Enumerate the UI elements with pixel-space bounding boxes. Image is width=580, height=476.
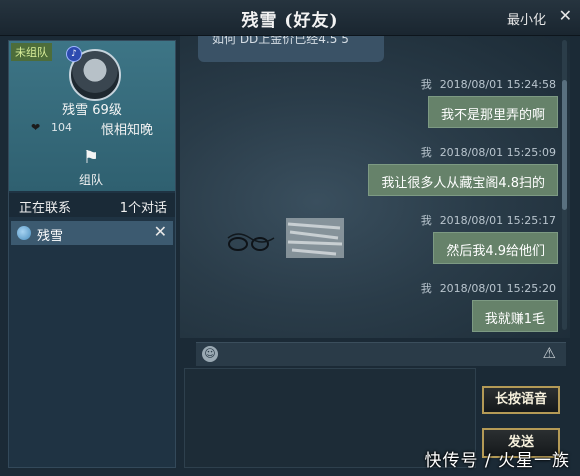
message-bubble: 我不是那里弄的啊 [427,96,558,128]
message-timestamp: 2018/08/01 15:24:58 [439,78,556,91]
message-sender: 我 [420,282,432,295]
message-meta: 我 2018/08/01 15:24:58 [421,76,556,92]
conversation-count: 1个对话 [119,201,167,216]
heart-icon: ❤ [31,121,41,134]
message-timestamp: 2018/08/01 15:25:20 [439,282,556,295]
window-title: 残雪 (好友) [241,11,339,31]
player-name-level: 残雪 69级 [62,103,122,118]
chat-scrollbar[interactable] [562,40,567,330]
chat-history[interactable]: 如何 DD上金价已经4.5 5 我 2018/08/01 15:24:58 我不是… [180,36,570,338]
partial-message: 如何 DD上金价已经4.5 5 [198,36,384,62]
message-sender: 我 [420,146,432,159]
partial-message-text: 如何 DD上金价已经4.5 5 [212,36,349,46]
minimize-button[interactable]: 最小化 [507,9,546,28]
flag-icon: ⚑ [82,147,100,168]
message-bubble: 我让很多人从藏宝阁4.8扫的 [368,164,558,196]
friend-sidebar: 未组队 ♪ 残雪 69级 ❤ 104 恨相知晚 ⚑ 组队 正在联系 1个对话 残… [8,40,176,468]
intimacy-value: 104 [51,121,72,134]
message-meta: 我 2018/08/01 15:25:17 [421,212,556,228]
watermark: 快传号 / 火星一族 [424,451,570,471]
team-button[interactable]: ⚑ 组队 [73,147,109,191]
message-timestamp: 2018/08/01 15:25:17 [439,214,556,227]
message-sender: 我 [420,214,432,227]
chat-toolbar: ☺ ⚠ [196,342,566,366]
redaction-scribble [227,218,344,258]
window-titlebar: 残雪 (好友) 最小化 ✕ [0,0,580,36]
contact-item[interactable]: 残雪 ✕ [11,221,173,245]
voice-button[interactable]: 长按语音 [482,386,560,414]
message-bubble: 我就赚1毛 [471,300,558,332]
contact-avatar-icon [17,226,31,240]
message-meta: 我 2018/08/01 15:25:20 [421,280,556,296]
message-meta: 我 2018/08/01 15:25:09 [421,144,556,160]
profile-card: 未组队 ♪ 残雪 69级 ❤ 104 恨相知晚 ⚑ 组队 [9,41,175,191]
team-status-badge: 未组队 [11,43,52,61]
scroll-thumb[interactable] [562,80,567,210]
contact-header: 正在联系 1个对话 [9,193,175,217]
close-icon[interactable]: ✕ [154,222,167,241]
relation-title: 恨相知晚 [101,123,154,138]
message-sender: 我 [420,78,432,91]
contact-name: 残雪 [37,229,64,244]
emoji-icon[interactable]: ☺ [202,346,218,362]
contact-header-label: 正在联系 [19,201,72,216]
message-timestamp: 2018/08/01 15:25:09 [439,146,556,159]
warning-icon[interactable]: ⚠ [543,344,556,362]
online-badge-icon: ♪ [66,46,82,62]
team-button-label: 组队 [78,173,103,187]
message-bubble: 然后我4.9给他们 [433,232,558,264]
close-icon[interactable]: ✕ [559,6,572,25]
